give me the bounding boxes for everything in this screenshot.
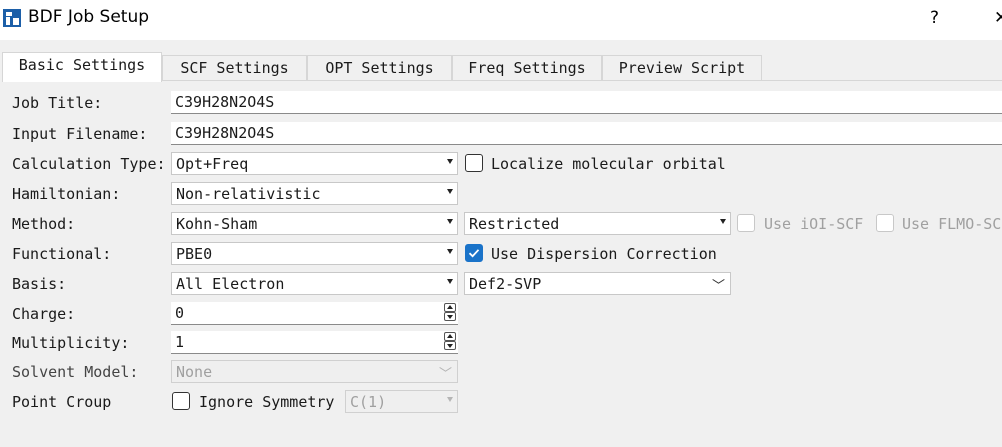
spin-up-icon[interactable]	[444, 332, 456, 341]
tab-basic-settings[interactable]: Basic Settings	[2, 52, 162, 82]
ignore-symmetry-checkbox[interactable]	[172, 392, 190, 410]
spin-value: 1	[175, 333, 185, 351]
selected-value: Kohn-Sham	[176, 215, 258, 233]
tab-preview-script[interactable]: Preview Script	[602, 55, 762, 81]
hamiltonian-label: Hamiltonian:	[12, 185, 121, 203]
use-ioi-scf-label: Use iOI-SCF	[764, 215, 864, 233]
dropdown-arrow-icon	[447, 219, 453, 224]
selected-value: Restricted	[469, 215, 560, 233]
dispersion-correction-checkbox[interactable]	[465, 244, 483, 262]
title-bar: BDF Job Setup ? ✕	[0, 0, 1002, 40]
dropdown-arrow-icon	[447, 397, 453, 402]
close-button[interactable]: ✕	[994, 8, 1002, 28]
calculation-type-select[interactable]: Opt+Freq	[171, 152, 458, 175]
point-group-label: Point Croup	[12, 393, 112, 411]
tab-label: Basic Settings	[18, 56, 146, 74]
ignore-symmetry-label: Ignore Symmetry	[199, 393, 335, 411]
solvent-model-label: Solvent Model:	[12, 363, 139, 381]
point-group-select[interactable]: C(1)	[345, 390, 458, 413]
multiplicity-spinbox[interactable]: 1	[171, 331, 458, 354]
functional-select[interactable]: PBE0	[171, 242, 458, 265]
window-title: BDF Job Setup	[28, 7, 150, 27]
use-flmo-scf-checkbox[interactable]	[876, 214, 894, 232]
basis-label: Basis:	[12, 275, 67, 293]
job-title-input[interactable]: C39H28N2O4S	[171, 91, 1002, 114]
tab-label: OPT Settings	[325, 59, 434, 77]
app-logo-icon	[3, 9, 21, 27]
tab-label: Preview Script	[618, 59, 746, 77]
localize-orbital-label: Localize molecular orbital	[491, 155, 726, 173]
input-filename-input[interactable]: C39H28N2O4S	[171, 122, 1002, 145]
use-flmo-scf-label: Use FLMO-SC	[902, 215, 1002, 233]
basis-set-select[interactable]: Def2-SVP ﹀	[464, 272, 731, 295]
chevron-down-icon: ﹀	[438, 367, 452, 382]
dropdown-arrow-icon	[447, 249, 453, 254]
dropdown-arrow-icon	[720, 219, 726, 224]
spin-down-icon[interactable]	[444, 312, 456, 321]
selected-value: None	[176, 363, 213, 381]
solvent-model-select[interactable]: None ﹀	[171, 360, 458, 383]
tab-freq-settings[interactable]: Freq Settings	[452, 55, 602, 81]
dropdown-arrow-icon	[447, 159, 453, 164]
job-title-label: Job Title:	[12, 94, 103, 112]
tab-scf-settings[interactable]: SCF Settings	[162, 55, 307, 81]
spin-value: 0	[175, 304, 185, 322]
input-filename-label: Input Filename:	[12, 125, 148, 143]
dropdown-arrow-icon	[447, 189, 453, 194]
tab-label: SCF Settings	[180, 59, 289, 77]
localize-orbital-checkbox[interactable]	[465, 154, 483, 172]
spin-down-icon[interactable]	[444, 341, 456, 350]
hamiltonian-select[interactable]: Non-relativistic	[171, 182, 458, 205]
method-select[interactable]: Kohn-Sham	[171, 212, 458, 235]
selected-value: C(1)	[350, 393, 387, 411]
chevron-down-icon: ﹀	[711, 279, 725, 294]
charge-spinbox[interactable]: 0	[171, 302, 458, 325]
help-button[interactable]: ?	[930, 8, 939, 28]
restriction-select[interactable]: Restricted	[464, 212, 731, 235]
tab-label: Freq Settings	[468, 59, 586, 77]
calculation-type-label: Calculation Type:	[12, 155, 166, 173]
charge-label: Charge:	[12, 305, 76, 323]
method-label: Method:	[12, 215, 76, 233]
checkmark-icon	[468, 249, 480, 258]
basis-type-select[interactable]: All Electron	[171, 272, 458, 295]
tab-opt-settings[interactable]: OPT Settings	[307, 55, 452, 81]
dispersion-correction-label: Use Dispersion Correction	[491, 245, 717, 263]
use-ioi-scf-checkbox[interactable]	[737, 214, 755, 232]
functional-label: Functional:	[12, 245, 112, 263]
spin-up-icon[interactable]	[444, 303, 456, 312]
dropdown-arrow-icon	[447, 279, 453, 284]
selected-value: PBE0	[176, 245, 213, 263]
selected-value: All Electron	[176, 275, 285, 293]
multiplicity-label: Multiplicity:	[12, 334, 130, 352]
selected-value: Def2-SVP	[469, 275, 542, 293]
selected-value: Non-relativistic	[176, 185, 321, 203]
selected-value: Opt+Freq	[176, 155, 249, 173]
